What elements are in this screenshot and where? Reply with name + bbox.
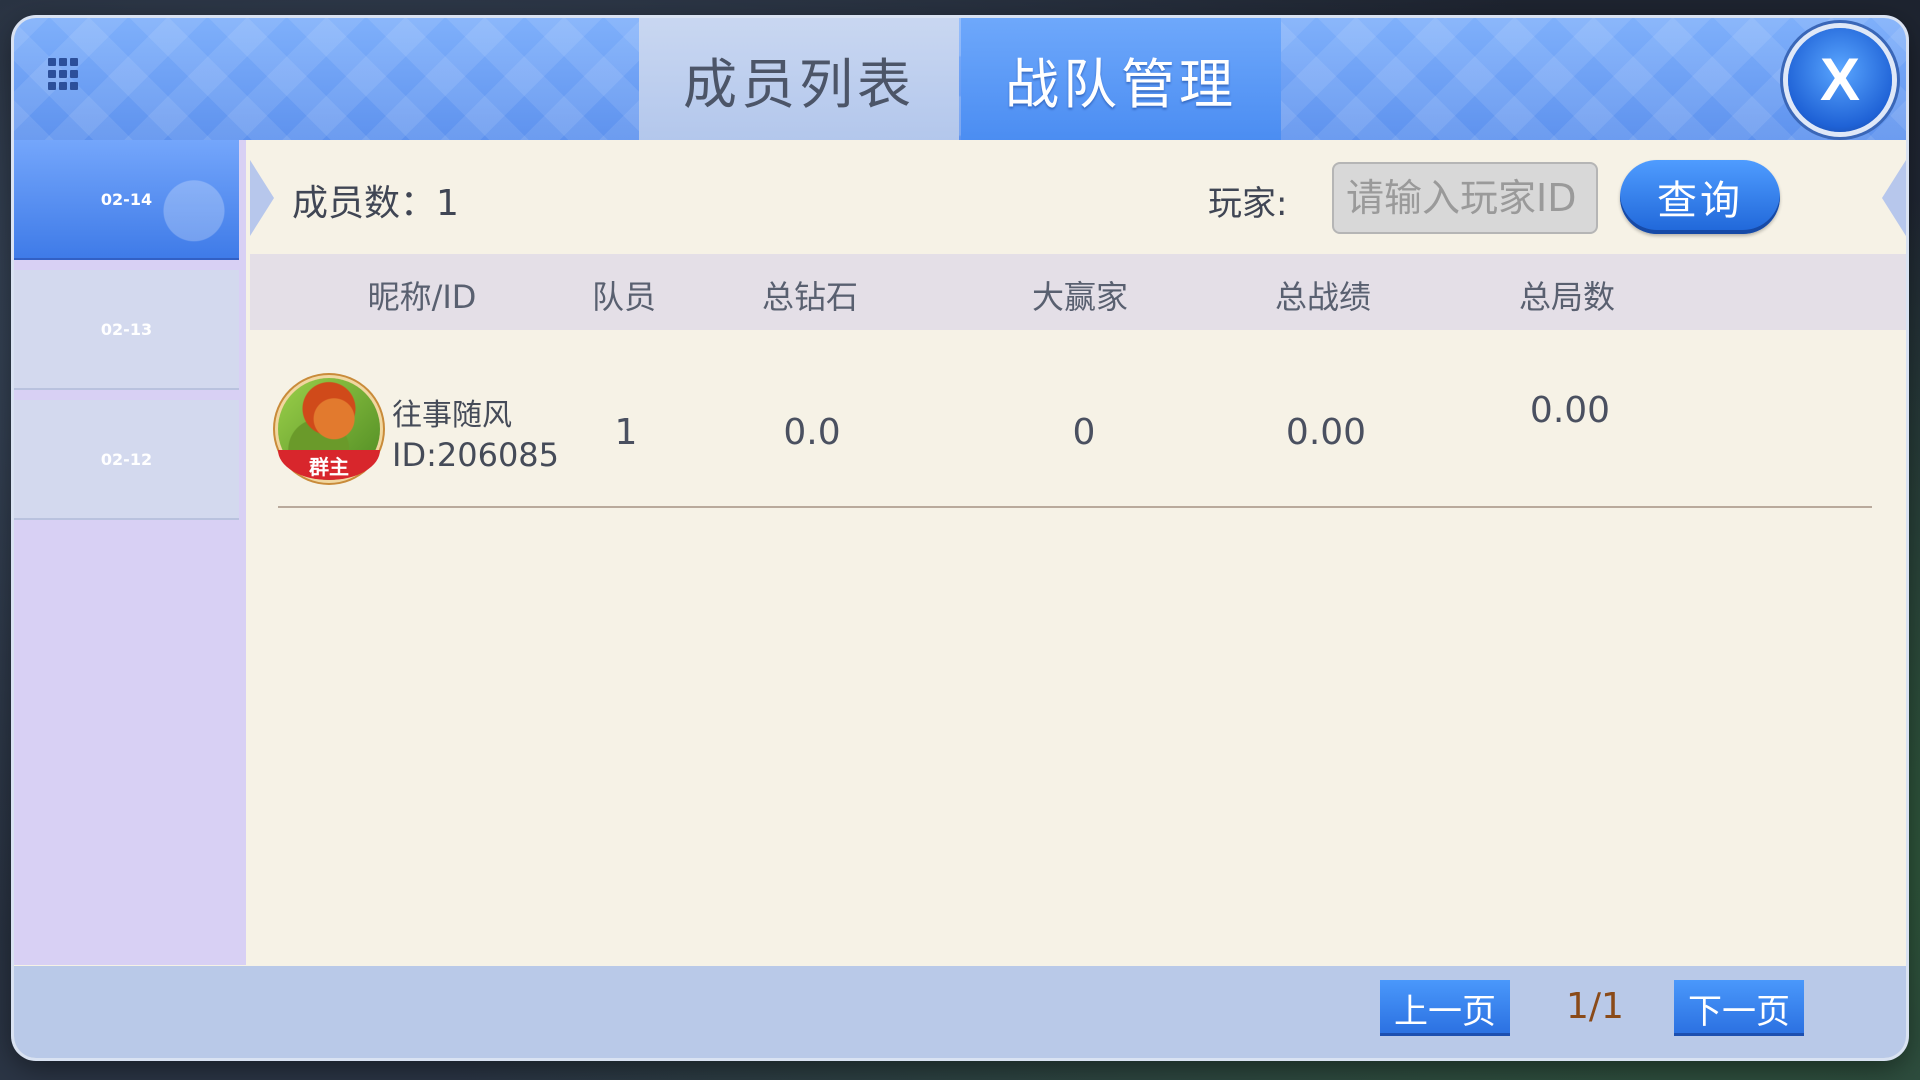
tab-team-management-label: 战队管理 [1005, 52, 1237, 116]
date-sidebar: 02-14 02-13 02-12 [14, 140, 246, 965]
sidebar-date-label: 02-13 [100, 319, 153, 339]
sidebar-date-item[interactable]: 02-14 [14, 140, 239, 260]
column-header: 大赢家 [1031, 278, 1129, 316]
table-row[interactable]: 群主 往事随风 ID:206085 1 0.0 0 0.00 0.00 [250, 350, 1906, 480]
team-members-count: 1 [614, 412, 638, 453]
total-rounds: 0.00 [1529, 390, 1611, 431]
next-page-label: 下一页 [1688, 991, 1790, 1032]
column-header: 总战绩 [1274, 278, 1372, 316]
owner-badge: 群主 [278, 450, 380, 480]
dialog-header: 成员列表 战队管理 X [14, 18, 1906, 140]
grid-menu-icon[interactable] [48, 58, 78, 100]
sidebar-date-label: 02-12 [100, 449, 153, 469]
column-header: 总钻石 [761, 278, 859, 316]
close-icon: X [1819, 46, 1861, 113]
player-label: 玩家: [1208, 184, 1288, 224]
player-nickname: 往事随风 [392, 398, 512, 433]
player-id-search-input[interactable] [1332, 162, 1598, 234]
tab-member-list[interactable]: 成员列表 [639, 18, 959, 140]
page-indicator: 1/1 [1566, 986, 1624, 1027]
pagination-bar: 上一页 1/1 下一页 [14, 966, 1906, 1058]
left-pointer-icon [250, 160, 274, 236]
sidebar-date-item[interactable]: 02-13 [14, 270, 239, 390]
row-divider [278, 506, 1872, 508]
prev-page-label: 上一页 [1394, 991, 1496, 1032]
total-diamonds: 0.0 [783, 412, 841, 453]
column-header: 队员 [591, 278, 657, 316]
player-id: ID:206085 [392, 436, 560, 474]
query-button-label: 查询 [1657, 178, 1743, 224]
team-management-dialog: 成员列表 战队管理 X 02-14 02-13 02-12 成员数：1 玩家: … [14, 18, 1906, 1058]
column-header: 昵称/ID [367, 278, 477, 316]
query-button[interactable]: 查询 [1620, 160, 1780, 234]
sidebar-date-item[interactable]: 02-12 [14, 400, 239, 520]
big-winner-count: 0 [1072, 412, 1096, 453]
tab-member-list-label: 成员列表 [683, 52, 915, 116]
member-count: 成员数：1 [292, 183, 459, 224]
table-header: 昵称/ID 队员 总钻石 大赢家 总战绩 总局数 [250, 254, 1906, 330]
close-button[interactable]: X [1788, 28, 1892, 132]
sidebar-date-label: 02-14 [100, 189, 153, 209]
prev-page-button[interactable]: 上一页 [1380, 980, 1510, 1036]
total-score: 0.00 [1285, 412, 1367, 453]
right-pointer-icon [1882, 160, 1906, 236]
column-header: 总局数 [1518, 278, 1616, 316]
next-page-button[interactable]: 下一页 [1674, 980, 1804, 1036]
tab-team-management[interactable]: 战队管理 [961, 18, 1281, 140]
